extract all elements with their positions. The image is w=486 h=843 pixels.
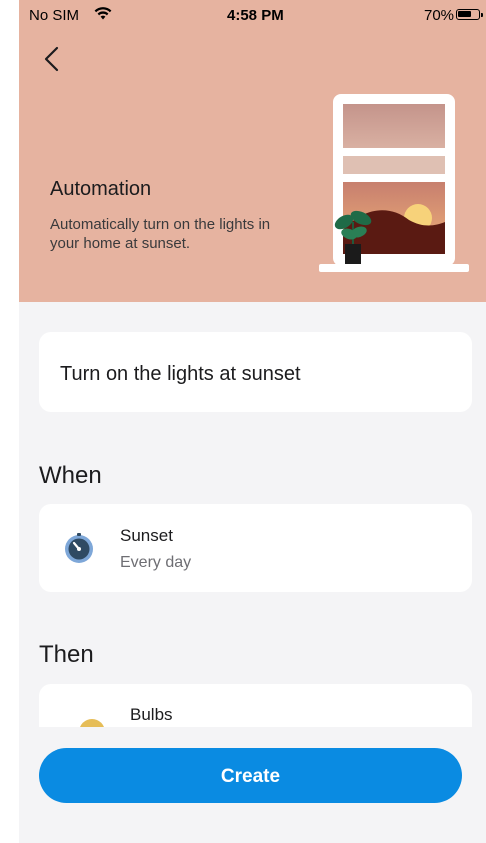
clock: 4:58 PM [227,7,284,24]
automation-name-field[interactable]: Turn on the lights at sunset [39,332,472,412]
chevron-left-icon [44,46,59,72]
wifi-icon [93,4,113,26]
trigger-subtitle: Every day [120,554,192,571]
back-button[interactable] [39,44,69,74]
then-section-title: Then [39,641,94,668]
action-title: Bulbs [130,705,173,724]
carrier-label: No SIM [29,7,80,24]
timer-icon [65,533,93,563]
battery-percent: 70% [424,7,455,24]
hero-description: Automatically turn on the lights in your… [50,216,271,252]
screen: No SIM 4:58 PM 70% Automation Automatica… [19,0,486,843]
automation-name-text: Turn on the lights at sunset [60,363,301,385]
hero-banner: Automation Automatically turn on the lig… [19,30,486,302]
window-sunset-illustration [319,94,469,272]
battery-fill [458,11,471,17]
trigger-title: Sunset [120,526,173,545]
hero-title: Automation [50,178,152,200]
battery-icon [456,9,483,20]
create-button[interactable]: Create [39,748,462,803]
status-bar: No SIM 4:58 PM 70% [19,0,486,30]
trigger-card[interactable]: Sunset Every day [39,504,472,592]
when-section-title: When [39,462,102,489]
